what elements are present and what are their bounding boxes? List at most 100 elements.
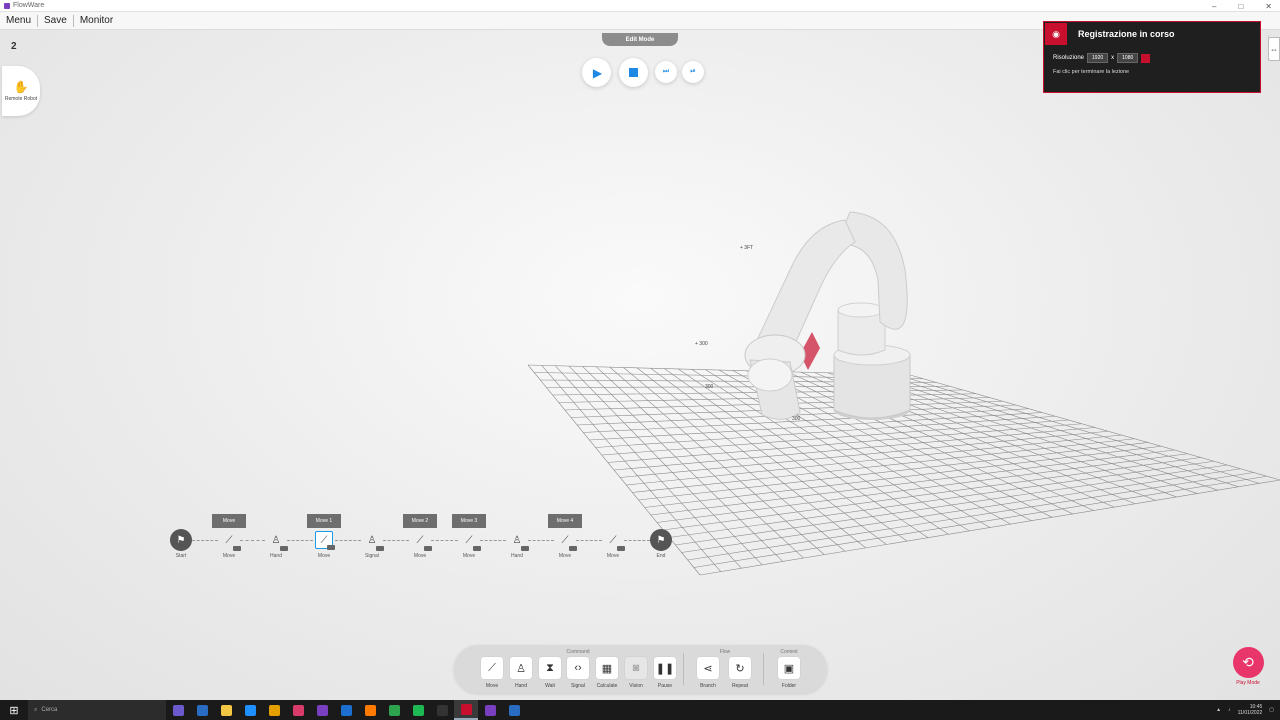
flow-node-hand[interactable]: ♙: [267, 531, 288, 551]
flow-start-node[interactable]: ⚑: [170, 529, 192, 551]
taskbar-app[interactable]: [214, 700, 238, 720]
maximize-button[interactable]: □: [1238, 2, 1243, 11]
flag-icon: ⚑: [656, 534, 666, 546]
app-icon: [508, 704, 520, 716]
recording-note: Fai clic per terminare la lezione: [1053, 69, 1130, 75]
flow-node-label: Signal: [365, 553, 379, 559]
flow-node-signal[interactable]: ♙: [363, 531, 384, 551]
taskbar-app[interactable]: [454, 700, 478, 720]
taskbar-apps: [166, 700, 526, 720]
flow-node-tag[interactable]: Move 3: [452, 514, 486, 528]
flag-icon: ⚑: [176, 534, 186, 546]
flow-node-label: Move: [606, 553, 620, 559]
move-button[interactable]: ⟋: [481, 657, 503, 679]
flow-node-badge: [424, 546, 432, 551]
taskbar-app[interactable]: [286, 700, 310, 720]
flow-node-badge: [521, 546, 529, 551]
flow-node-move[interactable]: ⟋: [220, 531, 241, 551]
flow-node-tag[interactable]: Move: [212, 514, 246, 528]
start-button[interactable]: ⊞: [0, 700, 28, 720]
flow-connector: [383, 540, 409, 541]
play-mode-icon: ⟲: [1232, 647, 1264, 678]
folder-button[interactable]: ▣: [778, 657, 800, 679]
taskbar-app[interactable]: [430, 700, 454, 720]
wait-button[interactable]: ⧗: [539, 657, 561, 679]
volume-icon[interactable]: ♪: [1228, 707, 1231, 713]
spotify-icon: [412, 704, 424, 716]
calculate-button[interactable]: ▦: [596, 657, 618, 679]
flow-node-label: Move: [558, 553, 572, 559]
taskbar-app[interactable]: [358, 700, 382, 720]
blender-icon: [364, 704, 376, 716]
expand-icon: ⇔: [1270, 44, 1278, 54]
flow-end-label: End: [656, 553, 666, 559]
flow-node-move[interactable]: ⟋: [315, 531, 335, 550]
pause-button[interactable]: ❚❚: [654, 657, 676, 679]
flow-connector: [624, 540, 650, 541]
taskbar-search-placeholder: Cerca: [41, 707, 58, 713]
notifications-icon[interactable]: ▢: [1269, 707, 1274, 713]
flow-node-move[interactable]: ⟋: [556, 531, 577, 551]
close-button[interactable]: ✕: [1265, 2, 1272, 11]
menu-item-monitor[interactable]: Monitor: [74, 15, 119, 27]
flow-node-move[interactable]: ⟋: [460, 531, 481, 551]
network-icon[interactable]: ▲: [1216, 707, 1221, 713]
resolution-label: Risoluzione: [1053, 55, 1085, 61]
taskbar-search[interactable]: ⌕ Cerca: [28, 700, 166, 720]
store-icon: [268, 704, 280, 716]
taskbar-app[interactable]: [166, 700, 190, 720]
flowware-icon: [460, 703, 472, 715]
toolbar-button-label: Repeat: [731, 683, 749, 689]
repeat-button[interactable]: ↻: [729, 657, 751, 679]
flow-node-hand[interactable]: ♙: [508, 531, 529, 551]
menu-item-save[interactable]: Save: [38, 14, 74, 27]
os-taskbar: ⊞ ⌕ Cerca ▲ ♪ 10:45 11/01/2022 ▢: [0, 700, 1280, 720]
window-title: FlowWare: [13, 2, 45, 9]
flow-node-tag[interactable]: Move 1: [307, 514, 341, 528]
flow-connector: [192, 540, 218, 541]
branch-button[interactable]: ⋖: [697, 657, 719, 679]
flow-connector: [576, 540, 602, 541]
play-mode-label: Play Mode: [1236, 680, 1260, 686]
taskbar-app[interactable]: [478, 700, 502, 720]
signal-button[interactable]: ‹›: [567, 657, 589, 679]
flow-node-move[interactable]: ⟋: [604, 531, 625, 551]
resolution-height-field[interactable]: 1080: [1117, 53, 1139, 63]
window-titlebar: FlowWare – □ ✕: [0, 0, 1280, 12]
taskbar-app[interactable]: [334, 700, 358, 720]
pause-icon: ❚❚: [655, 662, 675, 675]
clock-date: 11/01/2022: [1237, 710, 1263, 716]
teams-app-icon: [172, 704, 184, 716]
move-icon: ⟋: [609, 534, 617, 546]
taskbar-app[interactable]: [382, 700, 406, 720]
expand-panel-button[interactable]: ⇔: [1268, 37, 1280, 61]
resolution-width-field[interactable]: 1920: [1087, 53, 1109, 63]
flow-node-badge: [327, 545, 335, 550]
taskbar-app[interactable]: [406, 700, 430, 720]
flow-node-tag[interactable]: Move 2: [403, 514, 437, 528]
taskbar-app[interactable]: [310, 700, 334, 720]
scene-viewport[interactable]: + 3FT + 300 300 300 2 ✋ Remote Robot Edi…: [0, 30, 1280, 700]
hand-button[interactable]: ♙: [510, 657, 532, 679]
flow-node-tag[interactable]: Move 4: [548, 514, 582, 528]
clock[interactable]: 10:45 11/01/2022: [1238, 704, 1263, 716]
flow-start-label: Start: [175, 553, 187, 559]
flow-connector: [335, 540, 361, 541]
play-mode-button[interactable]: ⟲ Play Mode: [1231, 647, 1265, 686]
system-tray: ▲ ♪ 10:45 11/01/2022 ▢: [1216, 700, 1274, 720]
vision-button[interactable]: ◙: [625, 657, 647, 679]
taskbar-app[interactable]: [238, 700, 262, 720]
taskbar-app[interactable]: [502, 700, 526, 720]
menu-item-menu[interactable]: Menu: [0, 14, 39, 27]
move-icon: ⟋: [561, 534, 569, 546]
wait-icon: ⧗: [546, 661, 554, 674]
flow-end-node[interactable]: ⚑: [650, 529, 672, 551]
move-icon: ⟋: [320, 534, 328, 546]
flow-node-label: Move: [413, 553, 427, 559]
stop-recording-button[interactable]: [1141, 53, 1151, 63]
minimize-button[interactable]: –: [1212, 2, 1216, 11]
taskbar-app[interactable]: [190, 700, 214, 720]
taskbar-app[interactable]: [262, 700, 286, 720]
windows-icon: ⊞: [9, 704, 19, 717]
flow-node-move[interactable]: ⟋: [411, 531, 432, 551]
